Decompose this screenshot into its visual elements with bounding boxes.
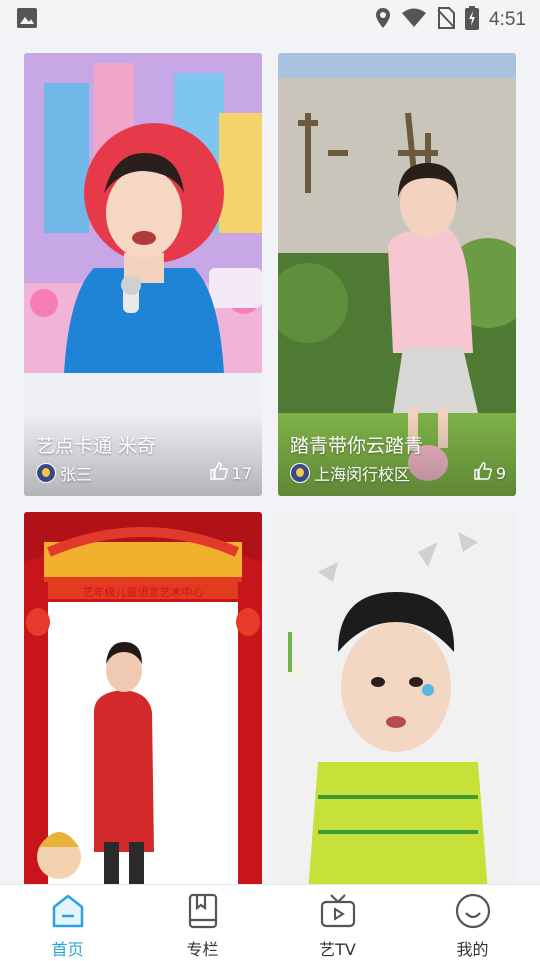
no-sim-icon: [437, 7, 456, 33]
card-meta: 上海闵行校区 9: [290, 462, 506, 484]
tab-label: 首页: [51, 940, 84, 959]
video-thumbnail: [24, 512, 262, 884]
location-icon: [375, 7, 391, 33]
video-card[interactable]: 艺年级儿童语言艺术中心: [24, 512, 262, 884]
like-button[interactable]: 9: [474, 462, 506, 484]
like-button[interactable]: 17: [209, 462, 252, 484]
video-title: 艺点卡通 米奇: [36, 435, 157, 457]
image-icon: [16, 7, 38, 33]
thumbs-up-icon: [474, 462, 492, 484]
author-name[interactable]: 上海闵行校区: [314, 461, 474, 485]
video-card[interactable]: 踏青带你云踏青 上海闵行校区 9: [278, 53, 516, 496]
tv-icon: [319, 892, 357, 930]
smile-face-icon: [454, 892, 492, 930]
thumbs-up-icon: [209, 462, 228, 484]
banner-text: 艺年级儿童语言艺术中心: [82, 586, 204, 599]
tab-label: 专栏: [186, 940, 219, 959]
video-card[interactable]: 艺点卡通 米奇 张三 17: [24, 53, 262, 496]
status-bar: 4:51: [0, 0, 540, 36]
tab-yi-tv[interactable]: 艺TV: [270, 885, 405, 961]
video-feed[interactable]: 艺点卡通 米奇 张三 17 踏青带你云踏青 上海闵行校区 9 艺年级儿童语言艺术…: [0, 36, 540, 884]
like-count: 9: [495, 463, 506, 483]
tab-mine[interactable]: 我的: [405, 885, 540, 961]
video-card[interactable]: [278, 512, 516, 884]
home-icon: [49, 892, 87, 930]
tab-column[interactable]: 专栏: [135, 885, 270, 961]
tab-label: 艺TV: [319, 940, 356, 959]
wifi-icon: [401, 8, 427, 32]
video-thumbnail: [278, 512, 516, 884]
tab-home[interactable]: 首页: [0, 885, 135, 961]
battery-charging-icon: [465, 6, 480, 34]
bottom-tab-bar: 首页 专栏 艺TV 我的: [0, 884, 540, 961]
author-avatar[interactable]: [36, 463, 56, 483]
book-icon: [184, 892, 222, 930]
clock: 4:51: [489, 9, 526, 30]
tab-label: 我的: [456, 940, 489, 959]
like-count: 17: [231, 463, 252, 483]
author-name[interactable]: 张三: [60, 461, 210, 485]
author-avatar[interactable]: [290, 463, 310, 483]
video-title: 踏青带你云踏青: [290, 435, 424, 457]
card-meta: 张三 17: [36, 462, 252, 484]
